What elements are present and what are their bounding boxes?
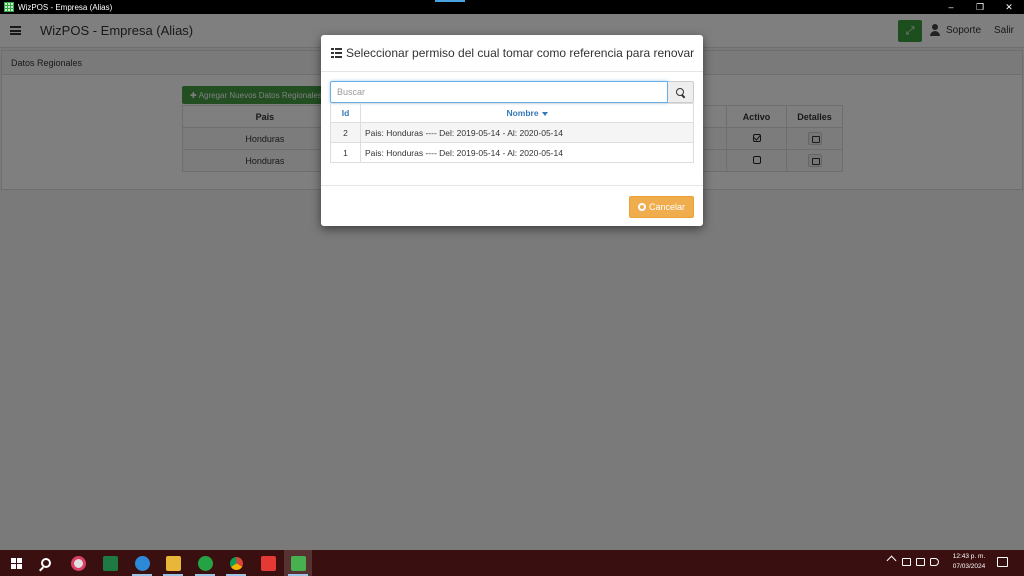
cancel-button[interactable]: Cancelar <box>629 196 694 218</box>
taskbar-search-button[interactable] <box>36 553 56 573</box>
file-explorer-icon <box>165 555 181 571</box>
search-icon <box>676 87 685 97</box>
meet-now-icon[interactable] <box>902 558 911 566</box>
taskbar-app-chrome[interactable] <box>226 553 246 576</box>
modal-title: Seleccionar permiso del cual tomar como … <box>346 46 695 60</box>
window-titlebar: WizPOS - Empresa (Alias) – ❐ ✕ <box>0 0 1024 14</box>
cancel-label: Cancelar <box>648 202 686 212</box>
start-button[interactable] <box>6 553 26 573</box>
cell-id: 2 <box>330 122 361 143</box>
whatsapp-icon <box>197 555 213 571</box>
taskbar-app-wizpos[interactable] <box>288 553 308 576</box>
clock-time[interactable]: 12:43 p. m. <box>949 553 989 560</box>
nombre-header-label: Nombre <box>506 108 539 118</box>
search-input[interactable] <box>330 81 668 103</box>
taskbar-app-slack[interactable] <box>68 553 88 573</box>
anydesk-icon <box>260 555 276 571</box>
select-permit-modal: Seleccionar permiso del cual tomar como … <box>321 35 703 226</box>
restore-button[interactable]: ❐ <box>966 0 994 14</box>
taskbar-app-whatsapp[interactable] <box>195 553 215 576</box>
taskbar-app-teams[interactable] <box>132 553 152 576</box>
wizpos-icon <box>290 555 306 571</box>
taskbar-app-excel[interactable] <box>100 553 120 573</box>
taskbar-app-explorer[interactable] <box>163 553 183 576</box>
taskbar-app-anydesk[interactable] <box>258 553 278 573</box>
minimize-button[interactable]: – <box>937 0 965 14</box>
search-icon <box>41 558 51 568</box>
teams-icon <box>134 555 150 571</box>
search-group <box>330 81 694 103</box>
sort-caret-icon <box>541 111 548 116</box>
windows-taskbar: 12:43 p. m. 07/03/2024 <box>0 550 1024 576</box>
network-icon[interactable] <box>916 558 925 566</box>
excel-icon <box>102 555 118 571</box>
column-header-id[interactable]: Id <box>330 103 361 123</box>
slack-icon <box>70 555 86 571</box>
cell-nombre: Pais: Honduras ---- Del: 2019-05-14 - Al… <box>360 142 694 163</box>
clock-date[interactable]: 07/03/2024 <box>949 563 989 570</box>
close-window-button[interactable]: ✕ <box>995 0 1023 14</box>
list-icon <box>331 48 342 58</box>
cell-nombre: Pais: Honduras ---- Del: 2019-05-14 - Al… <box>360 122 694 143</box>
windows-logo-icon <box>10 557 22 569</box>
column-header-nombre[interactable]: Nombre <box>360 103 694 123</box>
window-title: WizPOS - Empresa (Alias) <box>18 2 113 12</box>
app-icon <box>4 2 14 12</box>
tray-overflow-chevron-icon[interactable] <box>886 555 897 566</box>
table-row[interactable]: 1 Pais: Honduras ---- Del: 2019-05-14 - … <box>330 142 694 163</box>
cell-id: 1 <box>330 142 361 163</box>
permits-table: Id Nombre 2 Pais: Honduras ---- Del: 201… <box>330 103 694 163</box>
volume-icon[interactable] <box>930 558 939 566</box>
chrome-icon <box>228 555 244 571</box>
notifications-icon[interactable] <box>997 557 1008 567</box>
window-accent-bar <box>435 0 465 2</box>
modal-header: Seleccionar permiso del cual tomar como … <box>321 35 703 72</box>
search-button[interactable] <box>668 81 694 103</box>
cancel-icon <box>637 203 646 211</box>
table-row[interactable]: 2 Pais: Honduras ---- Del: 2019-05-14 - … <box>330 122 694 143</box>
modal-footer: Cancelar <box>321 185 703 226</box>
